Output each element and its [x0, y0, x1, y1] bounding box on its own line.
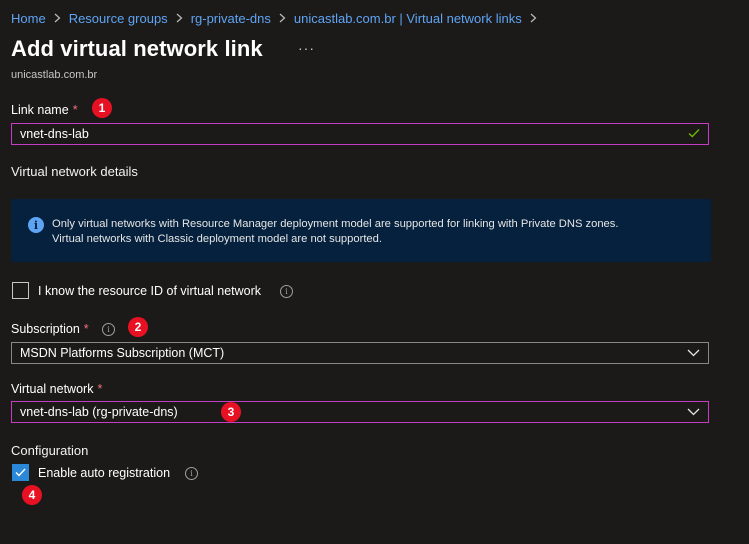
step-badge-3: 3	[221, 402, 241, 422]
checkmark-icon	[15, 464, 26, 482]
step-badge-4: 4	[22, 485, 42, 505]
required-marker: *	[83, 322, 89, 336]
link-name-label-text: Link name	[11, 103, 69, 117]
subscription-label: Subscription *	[11, 322, 89, 336]
breadcrumb: Home Resource groups rg-private-dns unic…	[11, 10, 545, 26]
auto-registration-label: Enable auto registration	[38, 466, 171, 480]
step-badge-1: 1	[92, 98, 112, 118]
subscription-label-text: Subscription	[11, 322, 80, 336]
chevron-right-icon	[279, 13, 286, 23]
configuration-heading: Configuration	[11, 443, 89, 458]
page-subtitle: unicastlab.com.br	[11, 69, 98, 81]
info-banner-text: Only virtual networks with Resource Mana…	[52, 217, 618, 247]
info-icon: i	[28, 217, 44, 233]
subscription-dropdown[interactable]: MSDN Platforms Subscription (MCT)	[11, 342, 709, 364]
breadcrumb-virtual-network-links[interactable]: unicastlab.com.br | Virtual network link…	[294, 11, 522, 26]
info-banner-line-2: Virtual networks with Classic deployment…	[52, 233, 382, 245]
chevron-down-icon	[687, 405, 700, 419]
virtual-network-label: Virtual network *	[11, 382, 102, 396]
checkmark-icon	[688, 127, 700, 141]
auto-registration-checkbox[interactable]	[12, 464, 29, 481]
subscription-value: MSDN Platforms Subscription (MCT)	[20, 346, 225, 360]
required-marker: *	[72, 103, 78, 117]
required-marker: *	[97, 382, 103, 396]
chevron-down-icon	[687, 346, 700, 360]
chevron-right-icon	[176, 13, 183, 23]
breadcrumb-resource-group[interactable]: rg-private-dns	[191, 11, 271, 26]
breadcrumb-home[interactable]: Home	[11, 11, 46, 26]
info-banner-line-1: Only virtual networks with Resource Mana…	[52, 218, 619, 230]
chevron-right-icon	[54, 13, 61, 23]
info-tooltip-icon[interactable]: i	[280, 285, 293, 298]
link-name-label: Link name *	[11, 103, 78, 117]
virtual-network-details-heading: Virtual network details	[11, 164, 138, 179]
virtual-network-value: vnet-dns-lab (rg-private-dns)	[20, 405, 178, 419]
link-name-input[interactable]: vnet-dns-lab	[11, 123, 709, 145]
info-tooltip-icon[interactable]: i	[185, 467, 198, 480]
virtual-network-dropdown[interactable]: vnet-dns-lab (rg-private-dns)	[11, 401, 709, 423]
breadcrumb-resource-groups[interactable]: Resource groups	[69, 11, 168, 26]
virtual-network-label-text: Virtual network	[11, 382, 94, 396]
info-banner: i Only virtual networks with Resource Ma…	[11, 199, 711, 262]
step-badge-2: 2	[128, 317, 148, 337]
chevron-right-icon	[530, 13, 537, 23]
resource-id-label: I know the resource ID of virtual networ…	[38, 284, 262, 298]
resource-id-checkbox[interactable]	[12, 282, 29, 299]
page-title: Add virtual network link	[11, 36, 263, 61]
link-name-value: vnet-dns-lab	[20, 127, 89, 141]
more-options-button[interactable]: ···	[298, 40, 315, 56]
info-tooltip-icon[interactable]: i	[102, 323, 115, 336]
